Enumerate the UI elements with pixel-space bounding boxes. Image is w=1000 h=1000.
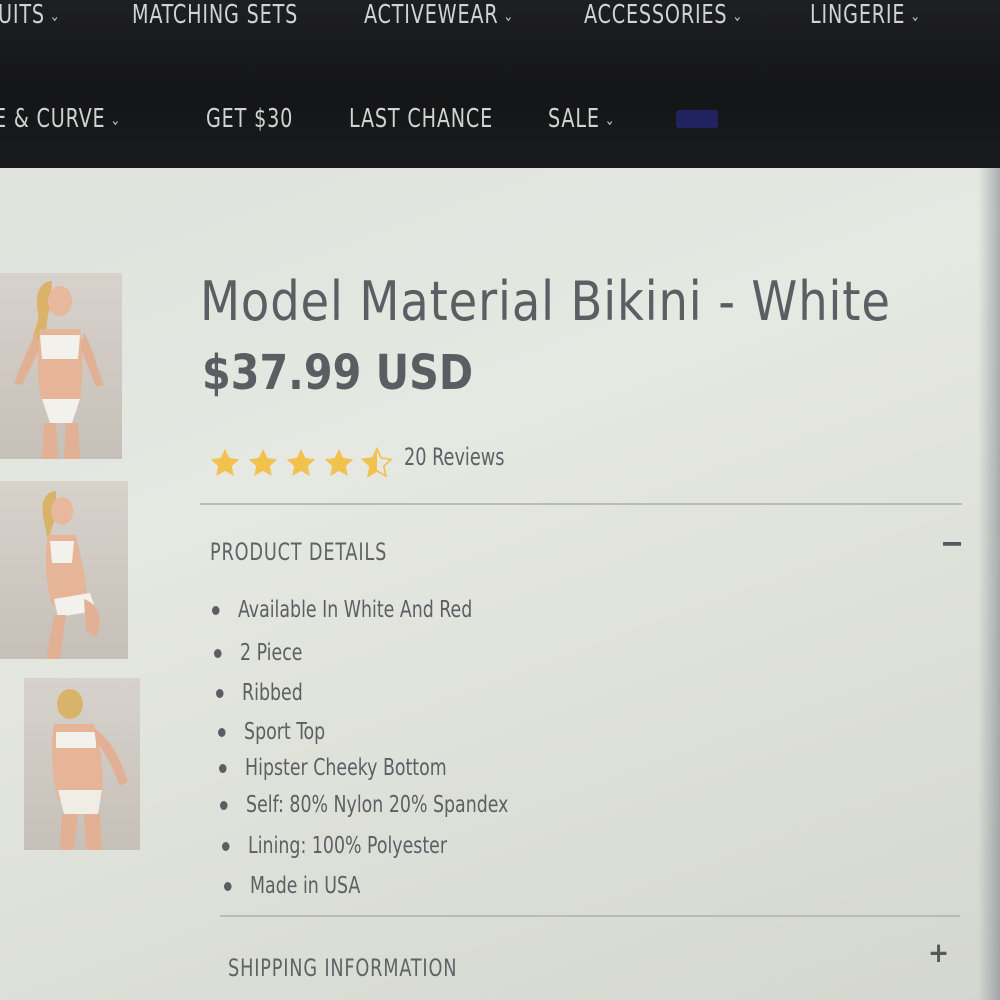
bullet-icon [224,882,232,891]
nav-label: LINGERIE [810,0,906,30]
nav-item-last-chance[interactable]: LAST CHANCE [349,104,493,134]
nav-item-sale[interactable]: SALE ⌄ [548,104,615,134]
nav-label: UITS [0,0,45,30]
detail-item: Made in USA [224,873,360,899]
star-icon [248,448,278,477]
chevron-down-icon: ⌄ [604,110,616,129]
detail-item: Hipster Cheeky Bottom [219,755,447,781]
detail-text: 2 Piece [240,640,303,666]
star-icon [286,448,316,477]
collapse-minus-icon[interactable]: − [940,524,964,562]
product-thumbnail-side[interactable] [0,481,128,659]
bullet-icon [212,606,220,615]
nav-item-highlighted[interactable] [676,110,718,128]
detail-text: Available In White And Red [238,597,473,623]
product-title: Model Material Bikini - White [200,270,891,333]
nav-label: LAST CHANCE [349,104,494,134]
nav-label: GET $30 [206,104,294,134]
nav-label: ACTIVEWEAR [364,0,499,30]
product-details-heading[interactable]: PRODUCT DETAILS [210,538,387,566]
bullet-icon [216,689,224,698]
reviews-link[interactable]: 20 Reviews [404,443,504,471]
bullet-icon [218,728,226,737]
detail-item: 2 Piece [214,640,302,666]
bullet-icon [222,842,230,851]
bullet-icon [214,649,222,658]
detail-text: Hipster Cheeky Bottom [245,755,447,781]
detail-item: Ribbed [216,680,303,706]
model-image [51,689,128,850]
bullet-icon [220,801,228,810]
nav-item-swimsuits[interactable]: UITS ⌄ [0,0,60,30]
bullet-icon [219,764,227,773]
detail-text: Sport Top [244,719,326,745]
chevron-down-icon: ⌄ [910,6,921,25]
nav-label: E & CURVE [0,104,106,134]
chevron-down-icon: ⌄ [110,110,122,129]
detail-item: Self: 80% Nylon 20% Spandex [220,792,508,818]
detail-item: Sport Top [218,719,325,745]
product-price: $37.99 USD [202,345,474,401]
detail-text: Self: 80% Nylon 20% Spandex [246,792,509,818]
nav-item-get-30[interactable]: GET $30 [206,104,293,134]
chevron-down-icon: ⌄ [732,6,744,25]
nav-item-plus-size-curve[interactable]: E & CURVE ⌄ [0,104,121,134]
chevron-down-icon: ⌄ [49,6,61,25]
nav-item-lingerie[interactable]: LINGERIE ⌄ [810,0,921,30]
model-image [42,491,100,659]
nav-item-accessories[interactable]: ACCESSORIES ⌄ [584,0,743,30]
detail-text: Made in USA [250,873,361,899]
divider [220,915,960,917]
nav-label: SALE [548,104,600,134]
nav-label: ACCESSORIES [584,0,728,30]
detail-text: Ribbed [242,680,303,706]
star-icon [324,448,354,477]
nav-item-activewear[interactable]: ACTIVEWEAR ⌄ [364,0,514,30]
nav-item-matching-sets[interactable]: MATCHING SETS [132,0,298,30]
model-image [14,281,104,459]
detail-item: Lining: 100% Polyester [222,833,447,859]
expand-plus-icon[interactable]: + [928,936,949,969]
shipping-information-heading[interactable]: SHIPPING INFORMATION [228,954,457,982]
product-thumbnail-front[interactable] [0,273,122,459]
screen-edge-shadow [978,168,1000,1000]
detail-item: Available In White And Red [212,597,472,623]
rating-stars[interactable] [208,446,394,480]
chevron-down-icon: ⌄ [503,6,515,25]
product-thumbnail-back[interactable] [24,678,140,850]
detail-text: Lining: 100% Polyester [248,833,447,859]
top-navigation: UITS ⌄ MATCHING SETS ACTIVEWEAR ⌄ ACCESSOR… [0,0,1000,168]
star-icon [210,448,240,477]
half-star-icon [360,446,394,478]
divider [200,503,962,505]
nav-label: MATCHING SETS [132,0,299,30]
